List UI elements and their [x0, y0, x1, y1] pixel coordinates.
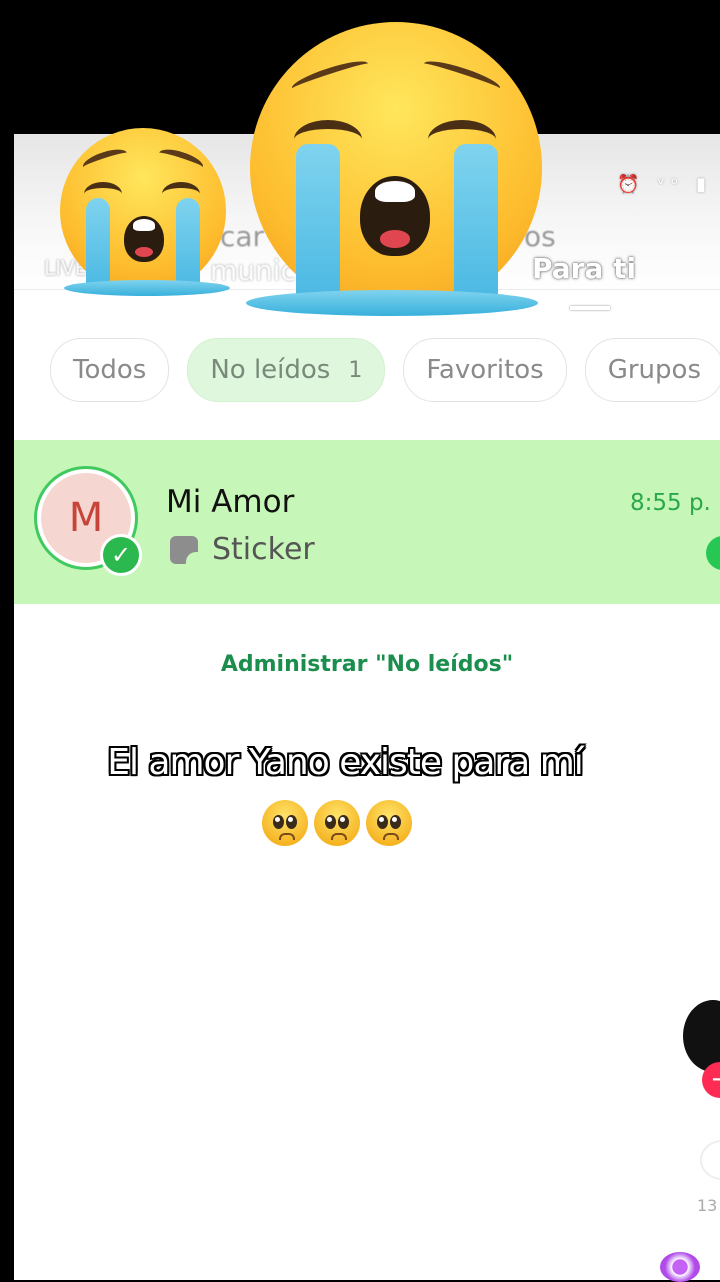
sticker-icon — [170, 535, 198, 564]
check-icon: ✓ — [100, 534, 142, 576]
pleading-face-icon — [366, 800, 412, 846]
pleading-face-icon — [262, 800, 308, 846]
chip-grupos[interactable]: Grupos — [584, 338, 720, 402]
chip-label: Todos — [73, 355, 147, 385]
chip-label: Favoritos — [426, 355, 544, 385]
eye-right — [390, 815, 401, 829]
pleading-face-icon — [314, 800, 360, 846]
chip-label: No leídos — [210, 355, 331, 385]
tab-para-ti[interactable]: Para ti — [532, 252, 636, 285]
tear-right — [176, 198, 200, 290]
crying-face-large-icon — [250, 22, 542, 314]
brow-right — [421, 56, 503, 96]
crying-face-small-icon — [60, 128, 226, 294]
like-count: 13 — [697, 1196, 718, 1215]
eye-left — [377, 815, 388, 829]
eye-left — [325, 815, 336, 829]
tear-puddle-small — [64, 280, 230, 296]
music-disc-icon[interactable] — [660, 1252, 700, 1282]
mouth — [124, 216, 164, 262]
tear-puddle-large — [246, 290, 538, 316]
chip-label: Grupos — [607, 355, 701, 385]
chip-no-leidos[interactable]: No leídos 1 — [187, 338, 386, 402]
chat-row[interactable]: M ✓ Mi Amor Sticker 8:55 p. — [14, 440, 720, 604]
active-tab-indicator — [570, 306, 610, 310]
chat-time: 8:55 p. — [630, 490, 711, 516]
chip-favoritos[interactable]: Favoritos — [403, 338, 567, 402]
manage-unread-link[interactable]: Administrar "No leídos" — [14, 652, 720, 677]
chat-preview-text: Sticker — [212, 532, 315, 567]
mouth — [383, 833, 399, 840]
unread-badge — [706, 536, 720, 570]
eye-left — [273, 815, 284, 829]
eye-right — [338, 815, 349, 829]
caption-emojis — [262, 800, 412, 846]
chat-preview: Sticker — [170, 532, 315, 567]
chip-todos[interactable]: Todos — [50, 338, 170, 402]
status-bar-icons: ⏰ ᵛᵒ ▮ — [617, 174, 712, 195]
tab-fragment-1[interactable]: car — [220, 220, 264, 253]
brow-left — [289, 56, 371, 96]
filter-chips: Todos No leídos 1 Favoritos Grupos — [50, 338, 720, 402]
chip-count: 1 — [348, 357, 363, 383]
tear-right — [454, 144, 498, 304]
chat-name: Mi Amor — [166, 484, 295, 520]
mouth — [279, 833, 295, 840]
brow-right — [156, 145, 206, 175]
tear-left — [86, 198, 110, 290]
video-caption: El amor Yano existe para mí — [107, 742, 584, 783]
mouth — [360, 176, 430, 256]
tear-left — [296, 144, 340, 304]
eye-right — [286, 815, 297, 829]
mouth — [331, 833, 347, 840]
brow-left — [80, 145, 130, 175]
